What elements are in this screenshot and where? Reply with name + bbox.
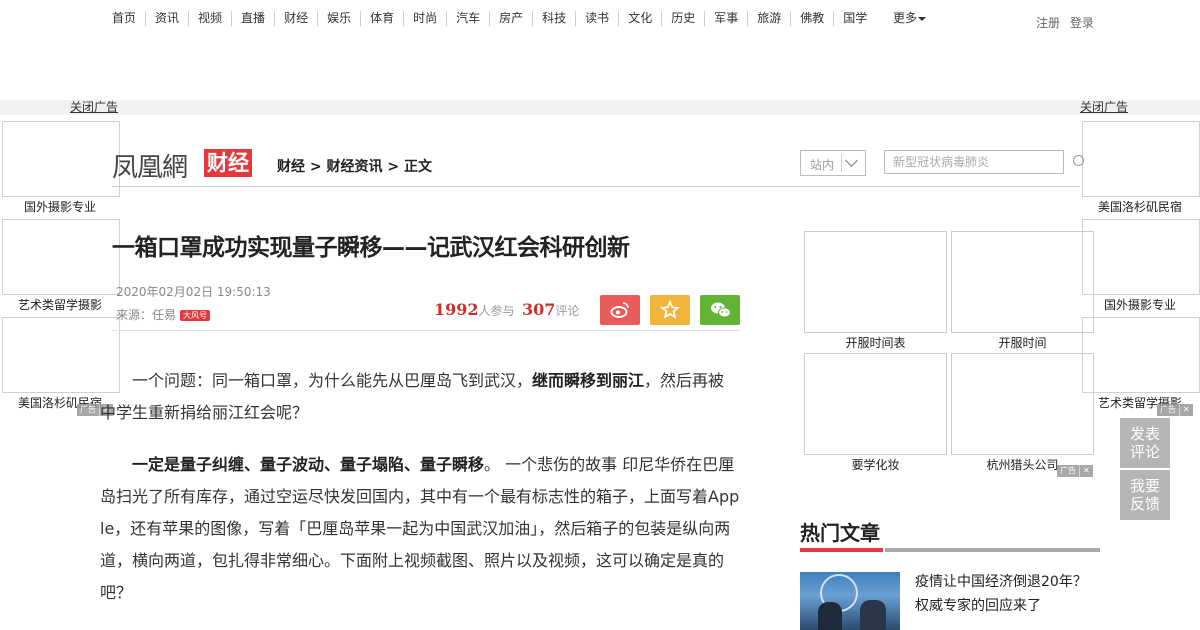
ad-strip [0,100,1200,115]
p1-text-a: 一个问题：同一箱口罩，为什么能先从巴厘岛飞到武汉， [132,371,533,390]
nav-item-live[interactable]: 直播 [231,11,274,26]
hot-title-rule [885,548,1100,552]
nav-item-news[interactable]: 资讯 [145,11,188,26]
register-link[interactable]: 注册 [1036,16,1066,30]
hot-article-thumbnail[interactable] [800,572,900,630]
ad-tag-label: 广告 [1060,466,1076,475]
nav-item-home[interactable]: 首页 [100,11,145,26]
nav-item-culture[interactable]: 文化 [618,11,661,26]
weibo-icon [610,302,629,318]
ad-tag-label: 广告 [1160,405,1176,414]
comments-count: 307 [522,300,556,319]
nav-item-travel[interactable]: 旅游 [747,11,790,26]
auth-links: 注册 登录 [1036,14,1100,31]
nav-item-guoxue[interactable]: 国学 [833,11,876,26]
top-nav: 首页 资讯 视频 直播 财经 娱乐 体育 时尚 汽车 房产 科技 读书 文化 历… [0,0,1200,40]
close-ad-right-link[interactable]: 关闭广告 [1080,100,1128,115]
article-paragraph-2: 一定是量子纠缠、量子波动、量子塌陷、量子瞬移。 一个悲伤的故事 印尼华侨在巴厘岛… [100,449,740,609]
nav-item-ent[interactable]: 娱乐 [317,11,360,26]
sidebar-ad-box-3[interactable] [804,353,947,455]
right-ad-box-1[interactable] [1082,121,1200,197]
right-ad-label-2[interactable]: 国外摄影专业 [1080,296,1200,313]
comments-label: 评论 [555,304,580,318]
nav-more-dropdown[interactable]: 更多 [893,11,927,26]
participants-count: 1992 [434,300,479,319]
favorite-button[interactable] [650,295,690,325]
post-comment-button[interactable]: 发表评论 [1120,418,1170,468]
nav-item-buddhism[interactable]: 佛教 [790,11,833,26]
sidebar-ad-box-4[interactable] [951,353,1094,455]
right-ad-label-1[interactable]: 美国洛杉矶民宿 [1080,198,1200,215]
left-ad-box-2[interactable] [2,219,120,295]
article-source: 来源：任易 大风号 [116,306,211,323]
right-ad-box-2[interactable] [1082,219,1200,295]
comments-stat[interactable]: 307评论 [522,300,579,319]
nav-item-finance[interactable]: 财经 [274,11,317,26]
participants-label: 人参与 [478,304,515,318]
hot-title-underline [800,548,883,552]
left-ad-box-1[interactable] [2,121,120,197]
hot-article-link[interactable]: 疫情让中国经济倒退20年？权威专家的回应来了 [915,570,1100,618]
nav-item-tech[interactable]: 科技 [532,11,575,26]
close-icon[interactable]: ✕ [1179,404,1190,416]
thumb-person-2 [860,600,886,630]
login-label: 登录 [1069,16,1094,30]
search-scope-select[interactable]: 站内 [800,150,866,176]
search-icon[interactable] [1073,155,1084,166]
article-title: 一箱口罩成功实现量子瞬移——记武汉红会科研创新 [112,235,630,261]
select-divider [841,154,842,172]
nav-item-fashion[interactable]: 时尚 [403,11,446,26]
header-divider [112,186,1080,187]
nav-item-history[interactable]: 历史 [661,11,704,26]
star-icon [660,300,680,319]
meta-divider [112,330,740,331]
p2-text-bold: 一定是量子纠缠、量子波动、量子塌陷、量子瞬移 [132,455,485,474]
left-ad-label-1[interactable]: 国外摄影专业 [0,198,120,215]
share-weibo-button[interactable] [600,295,640,325]
ad-tag-sidebar[interactable]: 广告 ✕ [1057,465,1093,477]
nav-item-sports[interactable]: 体育 [360,11,403,26]
search-scope-label: 站内 [810,158,835,172]
thumb-person-1 [818,602,842,630]
ad-tag-right[interactable]: 广告 ✕ [1157,404,1193,416]
site-logo[interactable]: 凤凰網 [112,147,188,184]
hot-articles-title: 热门文章 [800,521,880,545]
sidebar-ad-label-3[interactable]: 要学化妆 [804,456,947,473]
article-time: 2020年02月02日 19:50:13 [116,285,271,299]
source-name[interactable]: 来源：任易 [116,308,176,322]
nav-item-auto[interactable]: 汽车 [446,11,489,26]
left-ad-label-2[interactable]: 艺术类留学摄影 [0,296,120,313]
search-input[interactable] [884,150,1064,174]
nav-item-house[interactable]: 房产 [489,11,532,26]
register-label: 注册 [1036,16,1061,30]
channel-nav: 首页 资讯 视频 直播 财经 娱乐 体育 时尚 汽车 房产 科技 读书 文化 历… [100,11,876,26]
channel-logo[interactable]: 财经 [204,149,252,177]
nav-item-video[interactable]: 视频 [188,11,231,26]
close-icon[interactable]: ✕ [1079,465,1090,477]
feedback-button[interactable]: 我要反馈 [1120,470,1170,520]
post-comment-label: 发表评论 [1130,425,1161,461]
sidebar-ad-label-2[interactable]: 开服时间 [951,334,1094,351]
nav-item-books[interactable]: 读书 [575,11,618,26]
close-ad-left-link[interactable]: 关闭广告 [70,100,118,115]
login-link[interactable]: 登录 [1070,16,1100,30]
wechat-icon [711,302,731,318]
feedback-label: 我要反馈 [1130,477,1161,513]
right-ad-box-3[interactable] [1082,317,1200,393]
breadcrumb[interactable]: 财经 > 财经资讯 > 正文 [277,156,432,176]
sidebar-ad-box-2[interactable] [951,231,1094,333]
sidebar-ad-label-1[interactable]: 开服时间表 [804,334,947,351]
participants-stat[interactable]: 1992人参与 [434,300,515,319]
caret-down-icon [918,16,927,21]
p1-text-bold: 继而瞬移到丽江 [532,371,645,390]
nav-more-label: 更多 [893,11,918,25]
chevron-down-icon [845,154,858,167]
share-wechat-button[interactable] [700,295,740,325]
ad-tag-label: 广告 [80,405,96,414]
source-badge: 大风号 [180,310,211,321]
nav-item-military[interactable]: 军事 [704,11,747,26]
sidebar-ad-box-1[interactable] [804,231,947,333]
p2-text-b: 。 一个悲伤的故事 印尼华侨在巴厘岛扫光了所有库存，通过空运尽快发回国内，其中有… [100,455,740,602]
article-paragraph-1: 一个问题：同一箱口罩，为什么能先从巴厘岛飞到武汉，继而瞬移到丽江，然后再被中学生… [100,365,740,429]
